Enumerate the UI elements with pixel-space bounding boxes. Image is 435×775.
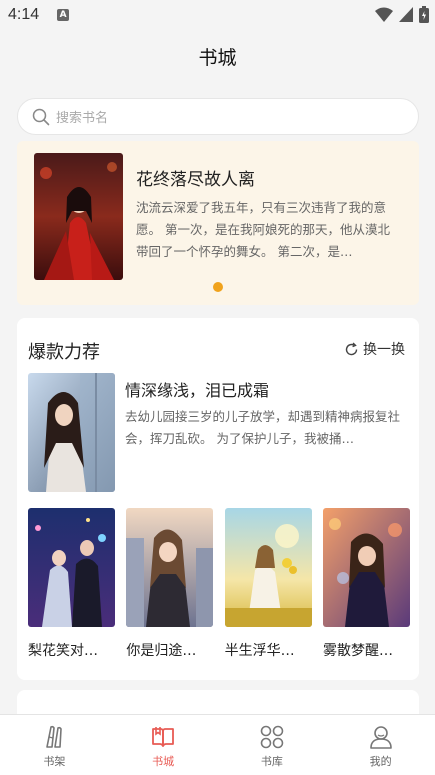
notification-icon: A	[57, 9, 70, 21]
status-time: 4:14	[8, 6, 40, 23]
nav-item-library[interactable]: 书库	[242, 724, 302, 769]
nav-item-profile[interactable]: 我的	[351, 724, 411, 769]
book-item[interactable]: 梨花笑对…	[28, 508, 115, 660]
book-item[interactable]: 半生浮华…	[224, 508, 312, 660]
book-grid: 梨花笑对… 你是归途… 半生浮华… 雾散梦醒…	[28, 508, 410, 660]
signal-icon	[399, 7, 413, 22]
featured-banner[interactable]: 花终落尽故人离 沈流云深爱了我五年，只有三次违背了我的意愿。 第一次，是在我阿娘…	[17, 141, 419, 305]
section-title: 爆款力荐	[28, 342, 100, 363]
bottom-navigation: 书架 书城 书库 我的	[0, 714, 435, 775]
bookshelf-icon	[41, 724, 67, 750]
nav-item-bookstore[interactable]: 书城	[133, 724, 193, 769]
recommend-section: 爆款力荐 换一换 情深缘浅，泪已成霜 去幼儿园接三岁的儿子放学，却遇到精神病报复…	[17, 318, 419, 680]
page-title: 书城	[198, 46, 237, 69]
refresh-label: 换一换	[363, 342, 405, 358]
search-input[interactable]: 搜索书名	[17, 98, 419, 135]
status-indicators	[375, 6, 429, 23]
carousel-indicator	[213, 282, 223, 292]
book-cover[interactable]	[322, 508, 410, 627]
book-title[interactable]: 你是归途…	[126, 640, 213, 660]
battery-icon	[419, 6, 429, 23]
user-icon	[368, 724, 394, 750]
book-title[interactable]: 梨花笑对…	[28, 640, 115, 660]
book-cover[interactable]	[224, 508, 312, 627]
banner-book-cover[interactable]	[34, 153, 123, 280]
nav-label: 书城	[152, 755, 175, 768]
book-item[interactable]: 雾散梦醒…	[322, 508, 410, 660]
page-header: 书城	[0, 30, 435, 82]
main-book-description: 去幼儿园接三岁的儿子放学，却遇到精神病报复社会，挥刀乱砍。 为了保护儿子，我被捅…	[125, 409, 401, 446]
book-title[interactable]: 半生浮华…	[225, 640, 312, 660]
refresh-icon	[344, 341, 359, 357]
banner-book-description: 沈流云深爱了我五年，只有三次违背了我的意愿。 第一次，是在我阿娘死的那天，他从漠…	[136, 200, 390, 259]
book-cover[interactable]	[126, 508, 214, 627]
status-bar: 4:14 A	[0, 0, 435, 30]
book-title[interactable]: 雾散梦醒…	[323, 640, 410, 660]
nav-label: 书库	[260, 755, 283, 768]
search-placeholder: 搜索书名	[56, 111, 109, 126]
wifi-icon	[375, 7, 393, 22]
banner-book-title[interactable]: 花终落尽故人离	[136, 165, 255, 190]
refresh-button[interactable]: 换一换	[344, 339, 405, 359]
main-book-title[interactable]: 情深缘浅，泪已成霜	[125, 377, 269, 401]
main-book-cover[interactable]	[28, 373, 115, 492]
book-open-icon	[150, 724, 176, 750]
book-item[interactable]: 你是归途…	[126, 508, 214, 660]
nav-label: 我的	[369, 755, 392, 768]
book-cover[interactable]	[28, 508, 115, 627]
nav-item-bookshelf[interactable]: 书架	[24, 724, 84, 769]
grid-icon	[259, 724, 285, 750]
search-icon	[32, 108, 50, 126]
nav-label: 书架	[43, 755, 66, 768]
